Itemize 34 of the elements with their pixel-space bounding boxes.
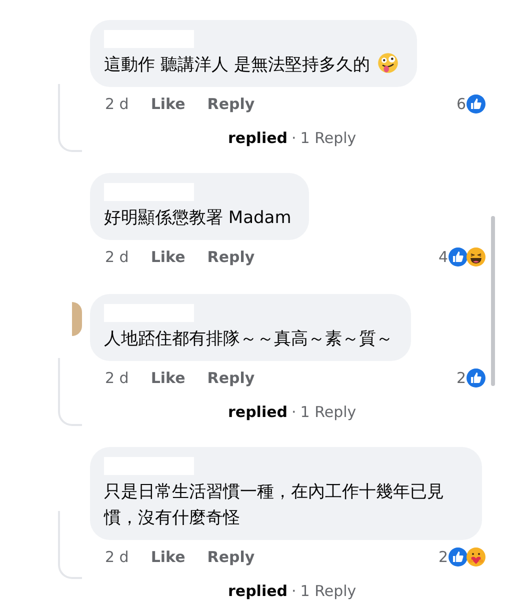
scrollbar[interactable]	[491, 216, 495, 386]
reaction-count: 2	[456, 369, 466, 387]
timestamp: 2 d	[105, 369, 129, 387]
replier-name[interactable]: replied	[228, 582, 288, 600]
separator-dot: ·	[292, 403, 296, 421]
comment-text: 人地踎住都有排隊～～真高～素～質～	[104, 329, 393, 349]
view-replies-link[interactable]: 1 Reply	[300, 582, 356, 600]
timestamp: 2 d	[105, 548, 129, 566]
thread-line	[58, 358, 82, 426]
like-link[interactable]: Like	[150, 95, 186, 113]
separator-dot: ·	[292, 129, 296, 147]
comment-text: 只是日常生活習慣一種，在內工作十幾年已見慣，沒有什麼奇怪	[104, 482, 444, 528]
replier-name[interactable]: replied	[228, 403, 288, 421]
like-link[interactable]: Like	[150, 548, 186, 566]
reaction-count: 2	[438, 548, 448, 566]
thread-line	[58, 84, 82, 152]
reply-link[interactable]: Reply	[207, 369, 255, 387]
thread-line	[58, 511, 82, 579]
timestamp: 2 d	[105, 95, 129, 113]
view-replies-link[interactable]: 1 Reply	[300, 403, 356, 421]
comment-text: 這動作 聽講洋人 是無法堅持多久的	[104, 55, 370, 75]
like-link[interactable]: Like	[150, 369, 186, 387]
like-link[interactable]: Like	[150, 248, 186, 266]
reply-link[interactable]: Reply	[207, 95, 255, 113]
reply-link[interactable]: Reply	[207, 548, 255, 566]
avatar[interactable]	[72, 302, 82, 336]
replier-name[interactable]: replied	[228, 129, 288, 147]
view-replies-link[interactable]: 1 Reply	[300, 129, 356, 147]
separator-dot: ·	[292, 582, 296, 600]
reply-link[interactable]: Reply	[207, 248, 255, 266]
timestamp: 2 d	[105, 248, 129, 266]
reaction-count: 4	[438, 248, 448, 266]
reaction-count: 6	[456, 95, 466, 113]
comment-text: 好明顯係懲教署 Madam	[104, 208, 292, 228]
